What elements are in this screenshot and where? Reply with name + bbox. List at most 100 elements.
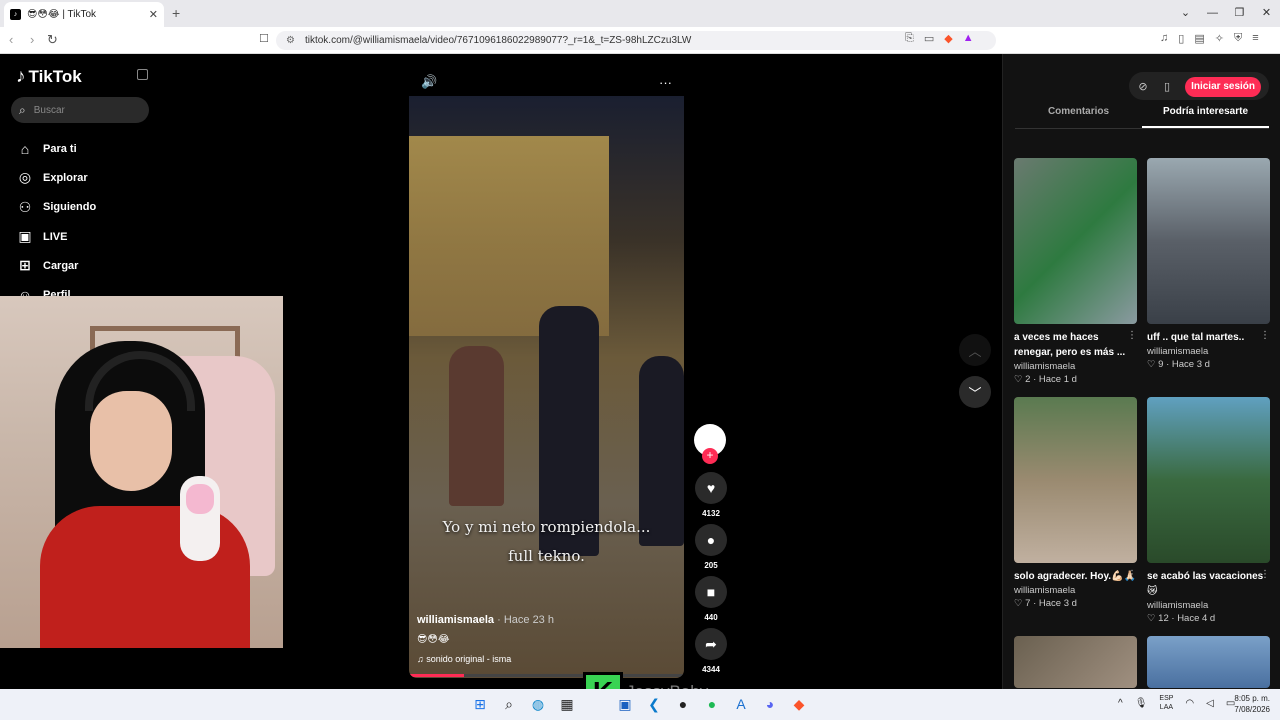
app-icon[interactable]: ▦ bbox=[557, 694, 577, 714]
follow-plus-icon[interactable]: + bbox=[702, 448, 718, 464]
window-controls: ⌄ — ❐ ✕ bbox=[1172, 0, 1280, 27]
forward-icon[interactable]: › bbox=[30, 32, 34, 47]
mobile-icon[interactable]: ▯ bbox=[1157, 80, 1177, 93]
recommendation-card[interactable] bbox=[1147, 636, 1270, 688]
volume-icon[interactable]: 🔊 bbox=[421, 74, 437, 90]
sidebar-item-siguiendo[interactable]: ⚇ Siguiendo bbox=[16, 193, 96, 222]
brave-rewards-icon[interactable]: ▲ bbox=[963, 32, 974, 45]
more-options-icon[interactable]: ··· bbox=[659, 75, 672, 90]
maximize-button[interactable]: ❐ bbox=[1226, 0, 1253, 27]
live-icon: ▣ bbox=[18, 228, 32, 245]
video-caption-line2: full tekno. bbox=[508, 547, 585, 565]
github-icon[interactable]: ● bbox=[673, 694, 693, 714]
video-progress-fill bbox=[409, 674, 464, 677]
right-panel: ⊘ ▯ Iniciar sesión Comentarios Podría in… bbox=[1002, 54, 1280, 689]
translate-icon[interactable]: ⎘ bbox=[905, 32, 914, 45]
card-more-icon[interactable]: ⋮ bbox=[1260, 330, 1270, 341]
collapse-sidebar-icon[interactable] bbox=[137, 69, 148, 80]
action-column: + ♥ 4132 ● 205 ■ 440 ➦ 4344 bbox=[694, 424, 728, 680]
leo-icon[interactable]: ✧ bbox=[1215, 32, 1224, 45]
heart-outline-icon: ♡ bbox=[1147, 613, 1159, 624]
save-button[interactable]: ■ 440 bbox=[694, 576, 728, 622]
close-window-button[interactable]: ✕ bbox=[1253, 0, 1280, 27]
login-button[interactable]: Iniciar sesión bbox=[1185, 77, 1261, 97]
menu-icon[interactable]: ≡ bbox=[1252, 32, 1258, 45]
arc-icon[interactable]: A bbox=[731, 694, 751, 714]
browser-tab[interactable]: ♪ 😎😳😂 | TikTok ✕ bbox=[4, 2, 164, 27]
windows-start-icon[interactable]: ⊞ bbox=[470, 694, 490, 714]
card-meta: ♡ 2 · Hace 1 d bbox=[1014, 374, 1077, 385]
edge-icon[interactable]: ◍ bbox=[528, 694, 548, 714]
wallet-icon[interactable]: ▤ bbox=[1194, 32, 1204, 45]
recommendation-card[interactable]: a veces me haces renegar, pero es más ..… bbox=[1014, 158, 1137, 385]
upload-icon: ⊞ bbox=[19, 257, 31, 274]
chevron-up-icon: ︿ bbox=[968, 343, 982, 359]
wifi-icon[interactable]: ◠ bbox=[1185, 698, 1194, 709]
video-progress-bar[interactable] bbox=[409, 674, 684, 677]
language-indicator[interactable]: ESP LAA bbox=[1159, 694, 1173, 712]
sidebar-icon[interactable]: ▯ bbox=[1178, 32, 1184, 45]
tab-comentarios[interactable]: Comentarios bbox=[1015, 106, 1142, 128]
sidebar-item-explorar[interactable]: ◎ Explorar bbox=[16, 163, 96, 192]
comment-button[interactable]: ● 205 bbox=[694, 524, 728, 570]
vscode-icon[interactable]: ❮ bbox=[644, 694, 664, 714]
brave-taskbar-icon[interactable]: ◆ bbox=[789, 694, 809, 714]
like-button[interactable]: ♥ 4132 bbox=[694, 472, 728, 518]
video-description: 😎😳😂 bbox=[417, 634, 450, 645]
windows-taskbar: ⊞ ⌕ ◍ ▦ · ▣ ❮ ● ● A ◕ ◆ ^ 🎙 ESP LAA ◠ ◁ … bbox=[0, 689, 1280, 720]
coins-icon[interactable]: ⊘ bbox=[1133, 80, 1153, 93]
address-bar-row: ‹ › ↻ ☐ ⚙ tiktok.com/@williamismaela/vid… bbox=[0, 27, 1280, 54]
tiktok-logo[interactable]: ♪ TikTok bbox=[16, 66, 82, 88]
close-tab-icon[interactable]: ✕ bbox=[149, 8, 158, 21]
home-icon: ⌂ bbox=[20, 140, 30, 157]
video-author[interactable]: williamismaela · Hace 23 h bbox=[417, 614, 554, 626]
sound-link[interactable]: ♫ sonido original - isma bbox=[417, 654, 511, 664]
video-player[interactable]: 🔊 ··· Yo y mi neto rompiendola... full t… bbox=[409, 68, 684, 678]
sidebar-item-label: Siguiendo bbox=[43, 201, 97, 214]
media-icon[interactable]: ♫ bbox=[1160, 32, 1168, 45]
minimize-button[interactable]: — bbox=[1199, 0, 1226, 27]
chevron-down-icon: ﹀ bbox=[968, 385, 982, 401]
recommendation-card[interactable] bbox=[1014, 636, 1137, 688]
search-input[interactable]: ⌕ Buscar bbox=[11, 97, 149, 123]
store-icon[interactable]: ▣ bbox=[615, 694, 635, 714]
clock[interactable]: 8:05 p. m. 7/08/2026 bbox=[1234, 693, 1270, 715]
brave-shields-icon[interactable]: ◆ bbox=[944, 32, 952, 45]
reload-icon[interactable]: ↻ bbox=[47, 32, 58, 48]
previous-video-button[interactable]: ︿ bbox=[959, 334, 991, 366]
comment-count: 205 bbox=[704, 561, 718, 570]
vpn-icon[interactable]: ⛨ bbox=[1234, 32, 1242, 45]
new-tab-button[interactable]: + bbox=[172, 5, 180, 21]
next-video-button[interactable]: ﹀ bbox=[959, 376, 991, 408]
mic-icon[interactable]: 🎙 bbox=[1135, 698, 1148, 709]
search-taskbar-icon[interactable]: ⌕ bbox=[499, 694, 519, 714]
site-info-icon[interactable]: ⚙ bbox=[286, 35, 295, 46]
spotify-icon[interactable]: ● bbox=[702, 694, 722, 714]
microphone bbox=[180, 476, 220, 561]
card-more-icon[interactable]: ⋮ bbox=[1127, 569, 1137, 580]
recommendation-card[interactable]: solo agradecer. Hoy.💪🏻🙏🏻 williamismaela … bbox=[1014, 397, 1137, 609]
video-caption-line1: Yo y mi neto rompiendola... bbox=[442, 518, 651, 536]
url-field[interactable]: ⚙ tiktok.com/@williamismaela/video/76710… bbox=[276, 31, 996, 50]
discord-icon[interactable]: ◕ bbox=[760, 694, 780, 714]
cast-icon[interactable]: ▭ bbox=[924, 32, 934, 45]
tab-list-icon[interactable]: ⌄ bbox=[1172, 0, 1199, 27]
share-button[interactable]: ➦ 4344 bbox=[694, 628, 728, 674]
cat-thumbnail bbox=[1014, 636, 1137, 688]
author-avatar[interactable]: + bbox=[694, 424, 726, 464]
sidebar-item-cargar[interactable]: ⊞ Cargar bbox=[16, 251, 96, 280]
tiktok-note-icon: ♪ bbox=[16, 66, 26, 87]
tab-podria-interesarte[interactable]: Podría interesarte bbox=[1142, 106, 1269, 128]
recommendation-card[interactable]: uff .. que tal martes.. williamismaela ♡… bbox=[1147, 158, 1270, 370]
recommendation-card[interactable]: se acabó las vacaciones 😿 williamismaela… bbox=[1147, 397, 1270, 624]
card-more-icon[interactable]: ⋮ bbox=[1127, 330, 1137, 341]
sidebar-item-para-ti[interactable]: ⌂ Para ti bbox=[16, 134, 96, 163]
bookmark-icon[interactable]: ☐ bbox=[259, 32, 269, 45]
sidebar-item-live[interactable]: ▣ LIVE bbox=[16, 222, 96, 251]
address-actions: ⎘ ▭ ◆ ▲ bbox=[905, 32, 974, 45]
card-more-icon[interactable]: ⋮ bbox=[1260, 569, 1270, 580]
back-icon[interactable]: ‹ bbox=[9, 32, 13, 47]
sidebar-item-label: Explorar bbox=[43, 171, 88, 184]
speaker-icon[interactable]: ◁ bbox=[1206, 698, 1214, 709]
tray-chevron-icon[interactable]: ^ bbox=[1118, 698, 1123, 709]
